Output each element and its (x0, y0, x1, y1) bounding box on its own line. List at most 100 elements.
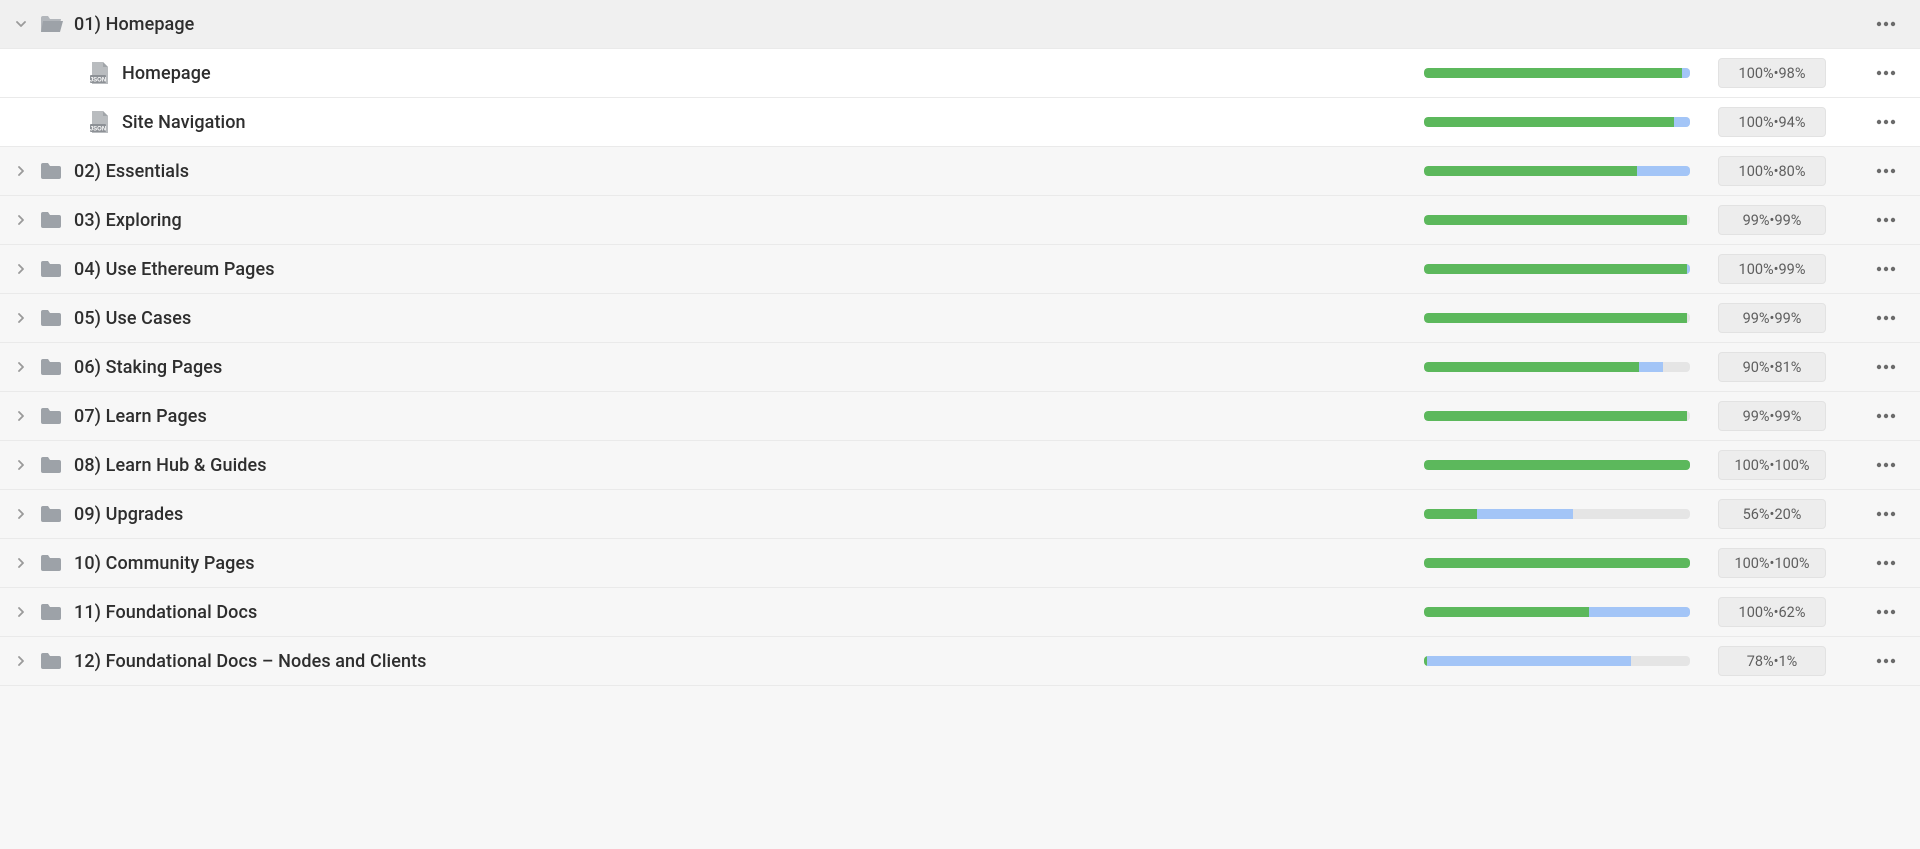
chevron-right-icon[interactable] (14, 556, 28, 570)
more-actions-icon[interactable] (1872, 108, 1900, 136)
folder-row[interactable]: 01) Homepage (0, 0, 1920, 49)
folder-open-icon (38, 11, 64, 37)
chevron-right-icon[interactable] (14, 360, 28, 374)
progress-approved (1424, 313, 1687, 323)
more-actions-icon[interactable] (1872, 451, 1900, 479)
item-name[interactable]: Site Navigation (122, 112, 1414, 133)
item-name[interactable]: 12) Foundational Docs – Nodes and Client… (74, 651, 1414, 672)
file-row[interactable]: JSONSite Navigation100% • 94% (0, 98, 1920, 147)
folder-icon (38, 403, 64, 429)
item-name[interactable]: 09) Upgrades (74, 504, 1414, 525)
chevron-right-icon[interactable] (14, 654, 28, 668)
folder-row[interactable]: 11) Foundational Docs100% • 62% (0, 588, 1920, 637)
progress-bar (1424, 264, 1690, 274)
item-name[interactable]: 03) Exploring (74, 210, 1414, 231)
folder-row[interactable]: 07) Learn Pages99% • 99% (0, 392, 1920, 441)
progress-stats: 100% • 80% (1718, 156, 1826, 186)
chevron-right-icon[interactable] (14, 409, 28, 423)
progress-approved (1424, 215, 1687, 225)
progress-stats: 100% • 94% (1718, 107, 1826, 137)
folder-row[interactable]: 03) Exploring99% • 99% (0, 196, 1920, 245)
progress-translated (1682, 68, 1690, 78)
stat-translated: 78% (1747, 653, 1774, 670)
item-name[interactable]: 08) Learn Hub & Guides (74, 455, 1414, 476)
stat-translated: 100% (1734, 457, 1769, 474)
chevron-right-icon[interactable] (14, 605, 28, 619)
item-name[interactable]: 07) Learn Pages (74, 406, 1414, 427)
stat-translated: 100% (1739, 604, 1774, 621)
stat-approved: 98% (1779, 65, 1806, 82)
item-name[interactable]: 04) Use Ethereum Pages (74, 259, 1414, 280)
chevron-right-icon[interactable] (14, 458, 28, 472)
folder-icon (38, 158, 64, 184)
progress-approved (1424, 166, 1637, 176)
chevron-down-icon[interactable] (14, 17, 28, 31)
folder-row[interactable]: 10) Community Pages100% • 100% (0, 539, 1920, 588)
item-name[interactable]: 06) Staking Pages (74, 357, 1414, 378)
folder-row[interactable]: 04) Use Ethereum Pages 100% • 99% (0, 245, 1920, 294)
item-name[interactable]: 01) Homepage (74, 14, 1414, 35)
progress-bar (1424, 509, 1690, 519)
folder-row[interactable]: 12) Foundational Docs – Nodes and Client… (0, 637, 1920, 686)
more-actions-icon[interactable] (1872, 500, 1900, 528)
more-actions-icon[interactable] (1872, 304, 1900, 332)
progress-stats: 100% • 99% (1718, 254, 1826, 284)
more-actions-icon[interactable] (1872, 402, 1900, 430)
progress-translated (1637, 166, 1690, 176)
progress-approved (1424, 460, 1690, 470)
progress-bar (1424, 362, 1690, 372)
progress-approved (1424, 558, 1690, 568)
folder-row[interactable]: 06) Staking Pages 90% • 81% (0, 343, 1920, 392)
progress-translated (1589, 607, 1690, 617)
progress-translated (1674, 117, 1690, 127)
progress-approved (1424, 607, 1589, 617)
progress-bar (1424, 460, 1690, 470)
progress-bar (1424, 166, 1690, 176)
json-file-icon: JSON (86, 60, 112, 86)
chevron-right-icon[interactable] (14, 311, 28, 325)
folder-row[interactable]: 05) Use Cases 99% • 99% (0, 294, 1920, 343)
folder-icon (38, 550, 64, 576)
more-actions-icon[interactable] (1872, 598, 1900, 626)
progress-approved (1424, 411, 1687, 421)
chevron-right-icon[interactable] (14, 262, 28, 276)
item-name[interactable]: 10) Community Pages (74, 553, 1414, 574)
more-actions-icon[interactable] (1872, 10, 1900, 38)
more-actions-icon[interactable] (1872, 157, 1900, 185)
more-actions-icon[interactable] (1872, 353, 1900, 381)
progress-translated (1427, 656, 1632, 666)
progress-approved (1424, 509, 1477, 519)
stat-approved: 20% (1774, 506, 1801, 523)
item-name[interactable]: 05) Use Cases (74, 308, 1414, 329)
chevron-right-icon[interactable] (14, 164, 28, 178)
item-name[interactable]: 02) Essentials (74, 161, 1414, 182)
progress-stats: 99% • 99% (1718, 303, 1826, 333)
folder-row[interactable]: 09) Upgrades56% • 20% (0, 490, 1920, 539)
item-name[interactable]: 11) Foundational Docs (74, 602, 1414, 623)
progress-bar (1424, 607, 1690, 617)
more-actions-icon[interactable] (1872, 206, 1900, 234)
stat-approved: 1% (1779, 653, 1798, 670)
file-row[interactable]: JSONHomepage100% • 98% (0, 49, 1920, 98)
more-actions-icon[interactable] (1872, 255, 1900, 283)
stat-translated: 56% (1743, 506, 1770, 523)
progress-bar (1424, 558, 1690, 568)
folder-icon (38, 207, 64, 233)
stat-approved: 99% (1774, 310, 1801, 327)
stat-translated: 100% (1734, 555, 1769, 572)
folder-icon (38, 305, 64, 331)
chevron-right-icon[interactable] (14, 213, 28, 227)
stat-translated: 90% (1743, 359, 1770, 376)
chevron-right-icon[interactable] (14, 507, 28, 521)
folder-row[interactable]: 08) Learn Hub & Guides100% • 100% (0, 441, 1920, 490)
folder-icon (38, 452, 64, 478)
more-actions-icon[interactable] (1872, 59, 1900, 87)
more-actions-icon[interactable] (1872, 647, 1900, 675)
progress-stats: 90% • 81% (1718, 352, 1826, 382)
progress-bar (1424, 313, 1690, 323)
stat-approved: 80% (1779, 163, 1806, 180)
item-name[interactable]: Homepage (122, 63, 1414, 84)
stat-approved: 100% (1774, 457, 1809, 474)
more-actions-icon[interactable] (1872, 549, 1900, 577)
folder-row[interactable]: 02) Essentials 100% • 80% (0, 147, 1920, 196)
